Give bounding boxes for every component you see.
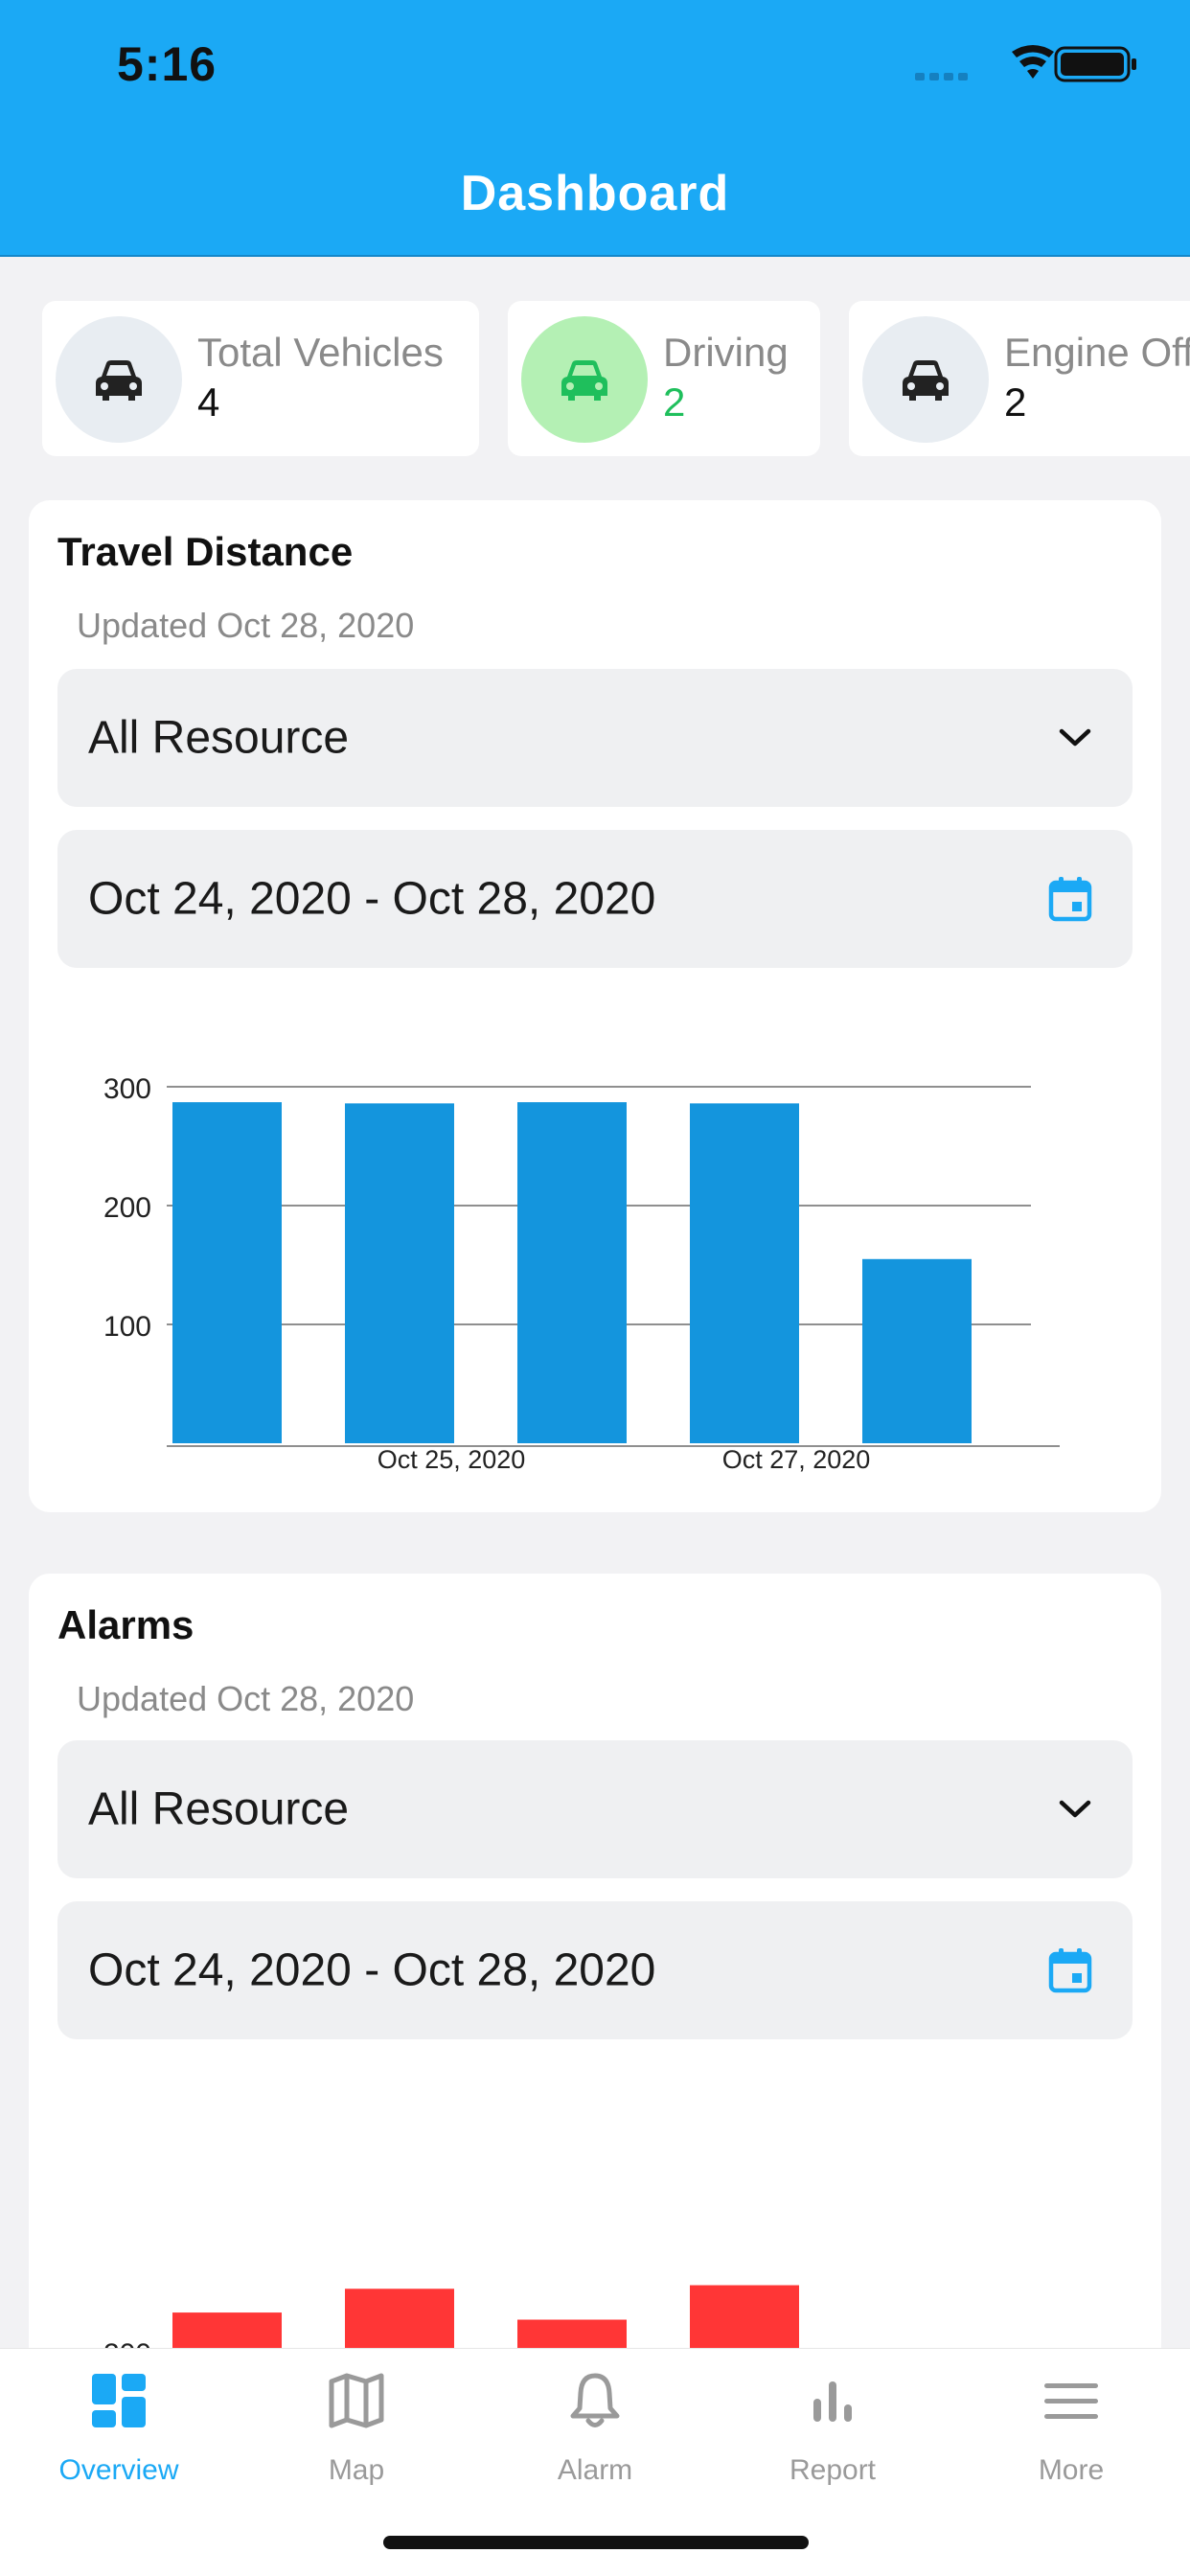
vehicle-summary-row: Total Vehicles 4 Driving 2 Engine Off 2 bbox=[0, 301, 1190, 456]
y-tick-label: 300 bbox=[103, 1073, 151, 1105]
car-icon bbox=[56, 316, 182, 443]
summary-value: 2 bbox=[1004, 380, 1027, 425]
page-title: Dashboard bbox=[460, 166, 730, 221]
y-tick-label: 100 bbox=[103, 1311, 151, 1343]
calendar-icon bbox=[1048, 1948, 1092, 1993]
total-vehicles-card[interactable]: Total Vehicles 4 bbox=[42, 301, 479, 456]
car-icon bbox=[521, 316, 648, 443]
map-icon bbox=[329, 2373, 384, 2428]
updated-text: Updated Oct 28, 2020 bbox=[77, 606, 415, 645]
bar-chart-icon bbox=[813, 2381, 852, 2422]
bell-icon bbox=[570, 2373, 620, 2427]
tab-label: More bbox=[1038, 2454, 1105, 2486]
summary-value: 4 bbox=[197, 380, 220, 425]
wifi-icon bbox=[1012, 45, 1054, 79]
home-indicator bbox=[383, 2536, 809, 2549]
car-icon bbox=[862, 316, 989, 443]
summary-label: Driving bbox=[663, 330, 789, 375]
date-range-value: Oct 24, 2020 - Oct 28, 2020 bbox=[88, 1944, 656, 1996]
travel-distance-panel: Travel Distance Updated Oct 28, 2020 All… bbox=[29, 500, 1161, 1512]
tab-overview[interactable]: Overview bbox=[0, 2349, 238, 2502]
updated-text: Updated Oct 28, 2020 bbox=[77, 1679, 415, 1718]
status-time: 5:16 bbox=[117, 37, 217, 91]
summary-label: Engine Off bbox=[1004, 330, 1190, 375]
alarms-panel: Alarms Updated Oct 28, 2020 All Resource… bbox=[29, 1574, 1161, 2436]
cellular-signal-icon bbox=[915, 73, 968, 80]
tab-label: Overview bbox=[58, 2454, 179, 2486]
tab-report[interactable]: Report bbox=[714, 2349, 951, 2502]
panel-title: Alarms bbox=[57, 1602, 195, 1647]
calendar-icon bbox=[1048, 877, 1092, 922]
tab-alarm[interactable]: Alarm bbox=[476, 2349, 714, 2502]
chart-bar[interactable] bbox=[862, 1258, 972, 1443]
tab-label: Alarm bbox=[557, 2454, 633, 2486]
x-tick-label: Oct 25, 2020 bbox=[378, 1445, 526, 1474]
battery-icon bbox=[1054, 46, 1136, 82]
chart-bar[interactable] bbox=[690, 1103, 799, 1443]
resource-select-value: All Resource bbox=[88, 712, 350, 764]
app-header: 5:16 Dashboard bbox=[0, 0, 1190, 257]
resource-select-value: All Resource bbox=[88, 1783, 350, 1835]
tab-more[interactable]: More bbox=[952, 2349, 1190, 2502]
resource-select[interactable]: All Resource bbox=[57, 1740, 1133, 1878]
x-tick-label: Oct 27, 2020 bbox=[722, 1445, 871, 1474]
date-range-value: Oct 24, 2020 - Oct 28, 2020 bbox=[88, 873, 656, 925]
resource-select[interactable]: All Resource bbox=[57, 669, 1133, 807]
status-icons bbox=[915, 45, 1136, 82]
chart-bar[interactable] bbox=[172, 1102, 282, 1443]
date-range-picker[interactable]: Oct 24, 2020 - Oct 28, 2020 bbox=[57, 1901, 1133, 2039]
engine-off-card[interactable]: Engine Off 2 bbox=[849, 301, 1190, 456]
tab-map[interactable]: Map bbox=[238, 2349, 475, 2502]
y-tick-label: 200 bbox=[103, 1192, 151, 1224]
overview-grid-icon bbox=[92, 2374, 146, 2427]
tab-label: Report bbox=[789, 2454, 877, 2486]
date-range-picker[interactable]: Oct 24, 2020 - Oct 28, 2020 bbox=[57, 830, 1133, 968]
summary-value: 2 bbox=[663, 380, 686, 425]
travel-distance-chart: 100 200 300 Oct 25, 2020 Oct 27, 2020 bbox=[103, 1073, 1060, 1474]
chart-bar[interactable] bbox=[517, 1102, 627, 1443]
chart-bar[interactable] bbox=[345, 1103, 454, 1443]
tab-label: Map bbox=[328, 2454, 385, 2486]
driving-card[interactable]: Driving 2 bbox=[508, 301, 820, 456]
panel-title: Travel Distance bbox=[57, 529, 354, 574]
chevron-down-icon bbox=[1059, 728, 1091, 747]
menu-icon bbox=[1044, 2383, 1098, 2419]
chevron-down-icon bbox=[1059, 1800, 1091, 1818]
summary-label: Total Vehicles bbox=[197, 330, 444, 375]
